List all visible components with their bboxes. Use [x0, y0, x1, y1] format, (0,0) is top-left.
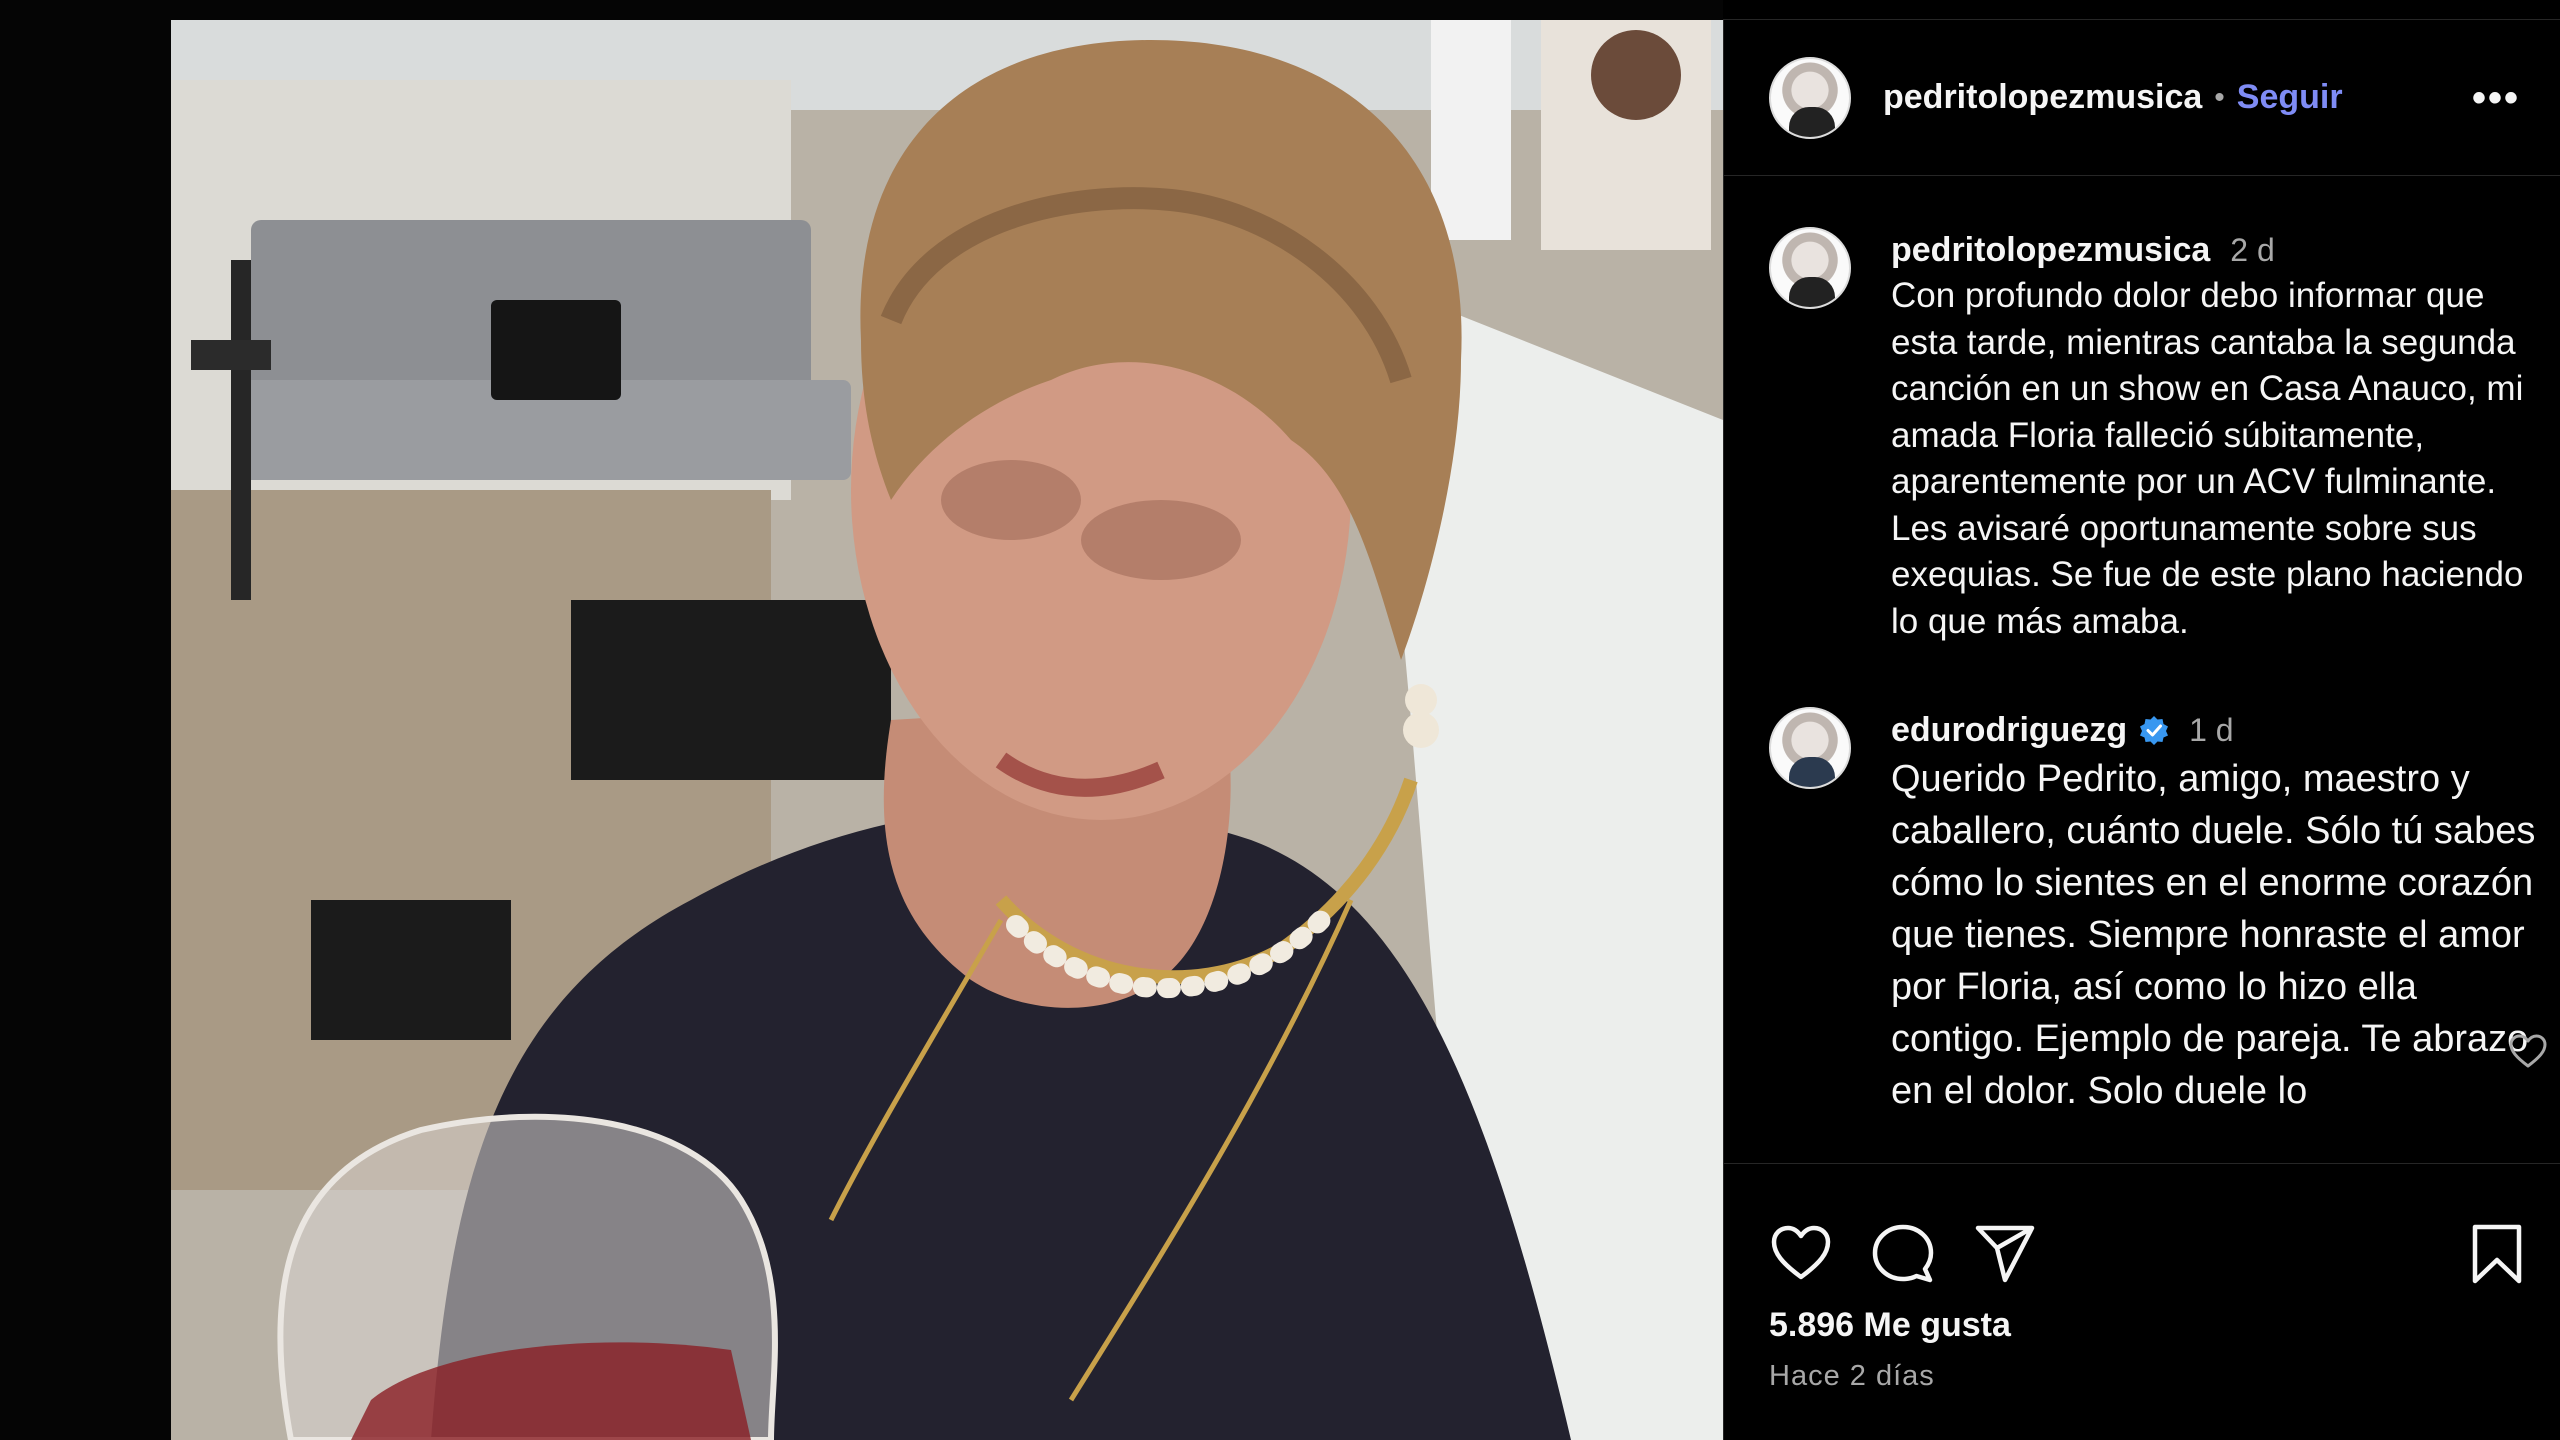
- comment-meta: edurodriguezg 1 d: [1891, 707, 2540, 753]
- likes-count[interactable]: 5.896 Me gusta: [1769, 1306, 2011, 1345]
- caption-avatar[interactable]: [1769, 227, 1851, 309]
- author-avatar[interactable]: [1769, 56, 1851, 139]
- comment-body: edurodriguezg 1 d Querido Pedrito, amigo…: [1891, 707, 2540, 1117]
- comment-time[interactable]: 1 d: [2189, 712, 2233, 749]
- caption-text: Con profundo dolor debo informar que est…: [1891, 276, 2524, 641]
- comments-list[interactable]: pedritolopezmusica 2 d Con profundo dolo…: [1724, 177, 2560, 1177]
- caption-comment: pedritolopezmusica 2 d Con profundo dolo…: [1724, 227, 2560, 645]
- post-photo-image: [171, 20, 1723, 1440]
- caption-username[interactable]: pedritolopezmusica: [1891, 231, 2210, 270]
- commenter-username[interactable]: edurodriguezg: [1891, 711, 2127, 750]
- post-actions: 5.896 Me gusta Hace 2 días: [1724, 1163, 2560, 1440]
- verified-badge-icon: [2140, 716, 2169, 745]
- bookmark-icon[interactable]: [2465, 1222, 2529, 1286]
- post-photo: [171, 20, 1723, 1440]
- comment-text: Querido Pedrito, amigo, maestro y caball…: [1891, 758, 2536, 1112]
- author-username[interactable]: pedritolopezmusica: [1883, 78, 2202, 117]
- post-side-panel: pedritolopezmusica • Seguir ••• pedritol…: [1723, 20, 2560, 1440]
- caption-body: pedritolopezmusica 2 d Con profundo dolo…: [1891, 227, 2540, 645]
- panel-top-strip: [1723, 0, 2560, 20]
- post-header: pedritolopezmusica • Seguir •••: [1724, 20, 2560, 176]
- comment-item: edurodriguezg 1 d Querido Pedrito, amigo…: [1724, 707, 2560, 1117]
- post-date[interactable]: Hace 2 días: [1769, 1360, 1935, 1393]
- heart-icon[interactable]: [1769, 1222, 1833, 1286]
- comment-like-heart-icon[interactable]: [2508, 1032, 2548, 1072]
- caption-time[interactable]: 2 d: [2230, 232, 2274, 269]
- comment-icon[interactable]: [1871, 1222, 1935, 1286]
- more-options-icon[interactable]: •••: [2472, 78, 2520, 118]
- separator-dot: •: [2214, 80, 2225, 114]
- action-icons: [1769, 1222, 2529, 1286]
- commenter-avatar[interactable]: [1769, 707, 1851, 789]
- follow-button[interactable]: Seguir: [2237, 78, 2343, 117]
- send-icon[interactable]: [1973, 1222, 2037, 1286]
- caption-meta: pedritolopezmusica 2 d: [1891, 227, 2540, 273]
